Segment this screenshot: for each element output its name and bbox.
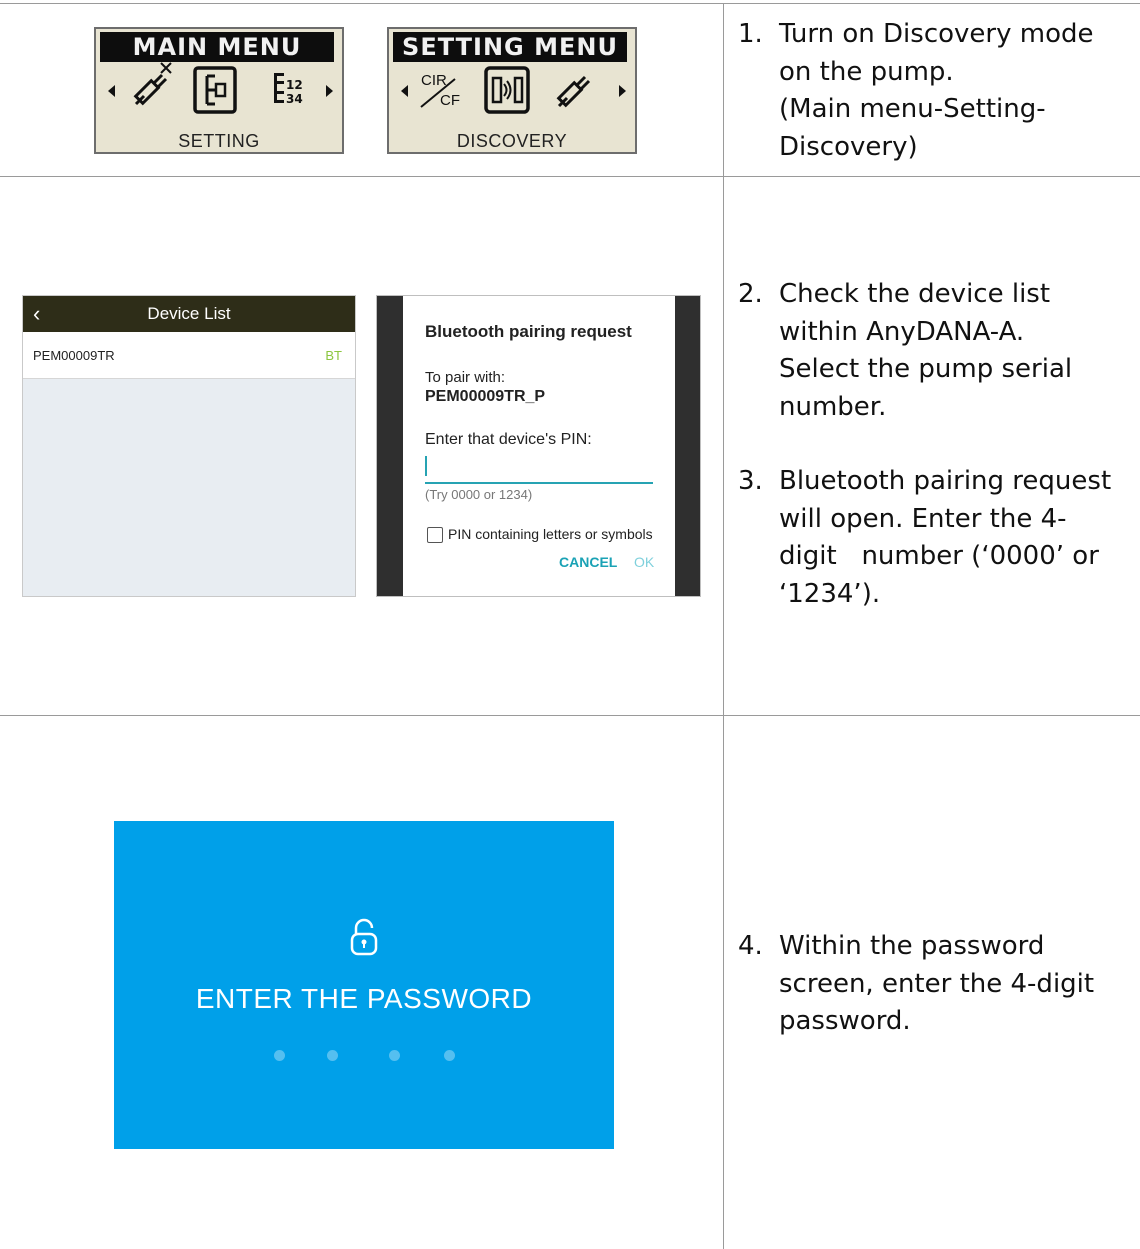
- row-divider-1: [0, 176, 1140, 177]
- step-number: 2.: [738, 279, 763, 309]
- step-text-line: will open. Enter the 4-: [779, 503, 1067, 534]
- cir-cf-icon: CIR CF: [420, 72, 460, 109]
- step-text-line: screen, enter the 4-digit: [779, 968, 1095, 999]
- table-top-border: [0, 3, 1140, 4]
- number-list-icon: 12 34: [274, 73, 303, 106]
- step-text-line: Bluetooth pairing request: [779, 466, 1112, 496]
- step-text-line: Turn on Discovery mode: [779, 19, 1094, 49]
- password-dot: [444, 1050, 455, 1061]
- lcd-main-menu-icons: 12 34: [108, 62, 333, 114]
- pair-device-name: PEM00009TR_P: [425, 388, 546, 405]
- svg-text:CF: CF: [440, 92, 460, 109]
- pin-input-underline[interactable]: [425, 482, 653, 484]
- step-text-line: ‘1234’).: [779, 579, 881, 610]
- lcd-main-menu-title: MAIN MENU: [100, 32, 334, 62]
- step-number: 4.: [738, 931, 763, 961]
- lcd-setting-menu: SETTING MENU CIR CF DISCOVERY: [387, 27, 637, 154]
- lcd-main-menu: MAIN MENU 12 34 SETTING: [94, 27, 344, 154]
- step-number: 1.: [738, 19, 763, 49]
- step-3: 3. Bluetooth pairing request will open. …: [738, 463, 1111, 614]
- left-arrow-icon: [108, 85, 115, 97]
- device-list-header: ‹ Device List: [23, 296, 355, 332]
- step-text-line: number.: [779, 392, 887, 423]
- device-list-item[interactable]: PEM00009TR BT: [23, 332, 355, 379]
- lcd-main-menu-footer: SETTING: [178, 131, 260, 151]
- svg-text:CIR: CIR: [421, 72, 447, 89]
- svg-text:34: 34: [286, 92, 303, 106]
- pairing-dialog: Bluetooth pairing request To pair with: …: [403, 296, 675, 596]
- step-text-line: digit number (‘0000’ or: [779, 541, 1099, 572]
- back-chevron-icon[interactable]: ‹: [33, 296, 40, 332]
- pin-input[interactable]: [425, 456, 427, 476]
- password-dot: [389, 1050, 400, 1061]
- syringe-icon: [556, 75, 591, 108]
- bt-status-badge: BT: [325, 348, 342, 363]
- password-screen: ENTER THE PASSWORD: [114, 821, 614, 1149]
- row-divider-2: [0, 715, 1140, 716]
- setting-icon: [193, 66, 237, 114]
- pairing-dialog-title: Bluetooth pairing request: [425, 322, 632, 341]
- device-list-screen: ‹ Device List PEM00009TR BT: [22, 295, 356, 597]
- step-text-line: (Main menu-Setting-: [779, 94, 1046, 125]
- unlock-icon: [350, 918, 378, 956]
- ok-button[interactable]: OK: [634, 554, 654, 570]
- discovery-icon: [484, 66, 530, 114]
- left-arrow-icon: [401, 85, 408, 97]
- step-text-line: password.: [779, 1006, 911, 1037]
- step-text-line: Check the device list: [779, 279, 1051, 309]
- svg-text:12: 12: [286, 78, 303, 92]
- letters-symbols-checkbox[interactable]: [427, 527, 443, 543]
- pin-hint: (Try 0000 or 1234): [425, 487, 533, 502]
- syringe-cancel-icon: [133, 62, 172, 106]
- lcd-setting-menu-footer: DISCOVERY: [456, 131, 568, 151]
- password-dot: [274, 1050, 285, 1061]
- password-dot: [327, 1050, 338, 1061]
- step-text-line: Discovery): [779, 132, 918, 163]
- step-text-line: within AnyDANA-A.: [779, 316, 1025, 347]
- cancel-button[interactable]: CANCEL: [559, 554, 617, 570]
- lcd-setting-menu-title: SETTING MENU: [393, 32, 627, 62]
- enter-pin-label: Enter that device's PIN:: [425, 431, 592, 448]
- column-divider: [723, 3, 724, 1249]
- right-arrow-icon: [326, 85, 333, 97]
- right-arrow-icon: [619, 85, 626, 97]
- step-number: 3.: [738, 466, 763, 496]
- step-text-line: Within the password: [779, 931, 1045, 961]
- step-1: 1. Turn on Discovery mode on the pump. (…: [738, 16, 1094, 167]
- lcd-setting-menu-icons: CIR CF: [401, 66, 626, 114]
- step-2: 2. Check the device list within AnyDANA-…: [738, 276, 1072, 427]
- step-4: 4. Within the password screen, enter the…: [738, 928, 1094, 1041]
- password-title: ENTER THE PASSWORD: [195, 983, 533, 1014]
- letters-symbols-label: PIN containing letters or symbols: [448, 526, 653, 542]
- device-list-title: Device List: [147, 304, 231, 323]
- pairing-screen: Bluetooth pairing request To pair with: …: [376, 295, 701, 597]
- step-text-line: Select the pump serial: [779, 354, 1073, 385]
- device-serial: PEM00009TR: [33, 348, 115, 363]
- pair-with-label: To pair with:: [425, 369, 506, 386]
- step-text-line: on the pump.: [779, 56, 954, 87]
